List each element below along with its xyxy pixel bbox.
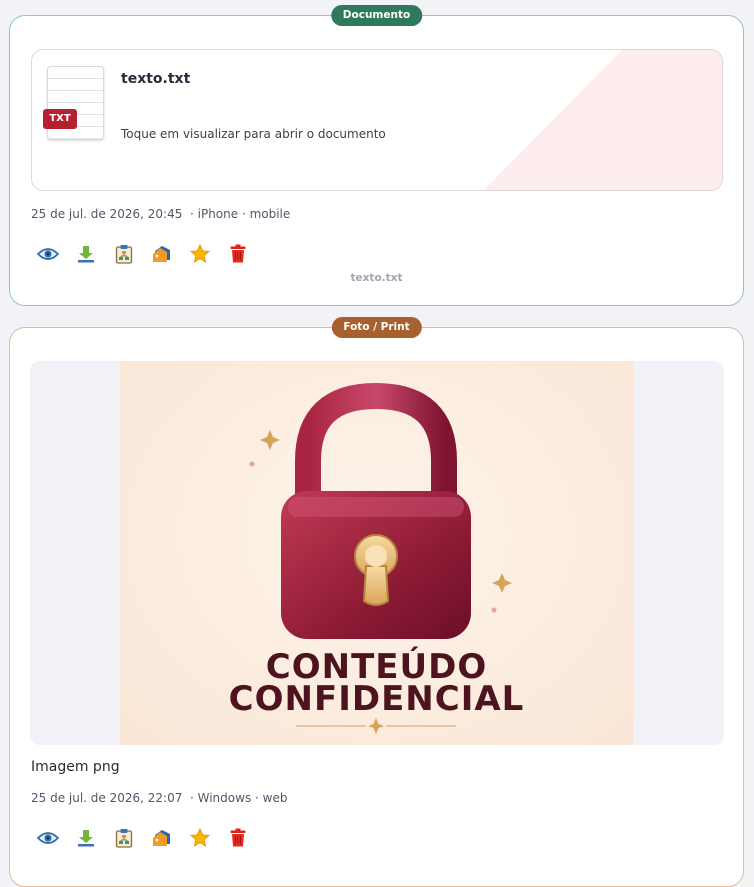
- image-preview[interactable]: CONTEÚDO CONFIDENCIAL: [30, 361, 724, 745]
- document-footer-name: texto.txt: [350, 272, 403, 284]
- tag-button[interactable]: [149, 241, 174, 266]
- corner-decoration: [483, 50, 722, 190]
- document-actions: [35, 241, 250, 266]
- star-icon: [189, 828, 210, 847]
- delete-button[interactable]: [225, 825, 250, 850]
- document-badge: Documento: [330, 5, 423, 26]
- eye-icon: [36, 831, 59, 844]
- document-hint: Toque em visualizar para abrir o documen…: [121, 127, 386, 141]
- clipboard-icon: [115, 828, 132, 848]
- trash-icon: [230, 828, 245, 847]
- photo-card: Foto / Print CONTEÚDO CONFIDENCIAL Image…: [9, 317, 744, 887]
- photo-badge: Foto / Print: [331, 317, 422, 338]
- tag-icon: [152, 245, 170, 262]
- favorite-button[interactable]: [187, 825, 212, 850]
- copy-button[interactable]: [111, 241, 136, 266]
- download-icon: [77, 829, 94, 846]
- eye-icon: [36, 247, 59, 260]
- favorite-button[interactable]: [187, 241, 212, 266]
- tag-icon: [152, 829, 170, 846]
- photo-meta: 25 de jul. de 2026, 22:07 · Windows · we…: [31, 791, 288, 805]
- view-button[interactable]: [35, 825, 60, 850]
- document-card: Documento TXT texto.txt Toque em visuali…: [9, 5, 744, 306]
- clipboard-icon: [115, 244, 132, 264]
- star-icon: [189, 244, 210, 263]
- view-button[interactable]: [35, 241, 60, 266]
- download-icon: [77, 245, 94, 262]
- confidential-image: CONTEÚDO CONFIDENCIAL: [120, 361, 633, 745]
- photo-caption: Imagem png: [31, 759, 120, 775]
- delete-button[interactable]: [225, 241, 250, 266]
- file-type-tag: TXT: [43, 109, 77, 129]
- document-meta: 25 de jul. de 2026, 20:45 · iPhone · mob…: [31, 207, 291, 221]
- photo-actions: [35, 825, 250, 850]
- document-file-name: texto.txt: [121, 71, 191, 87]
- tag-button[interactable]: [149, 825, 174, 850]
- copy-button[interactable]: [111, 825, 136, 850]
- download-button[interactable]: [73, 825, 98, 850]
- download-button[interactable]: [73, 241, 98, 266]
- document-preview[interactable]: TXT texto.txt Toque em visualizar para a…: [31, 49, 723, 191]
- trash-icon: [230, 244, 245, 263]
- image-text-line2: CONFIDENCIAL: [228, 679, 525, 719]
